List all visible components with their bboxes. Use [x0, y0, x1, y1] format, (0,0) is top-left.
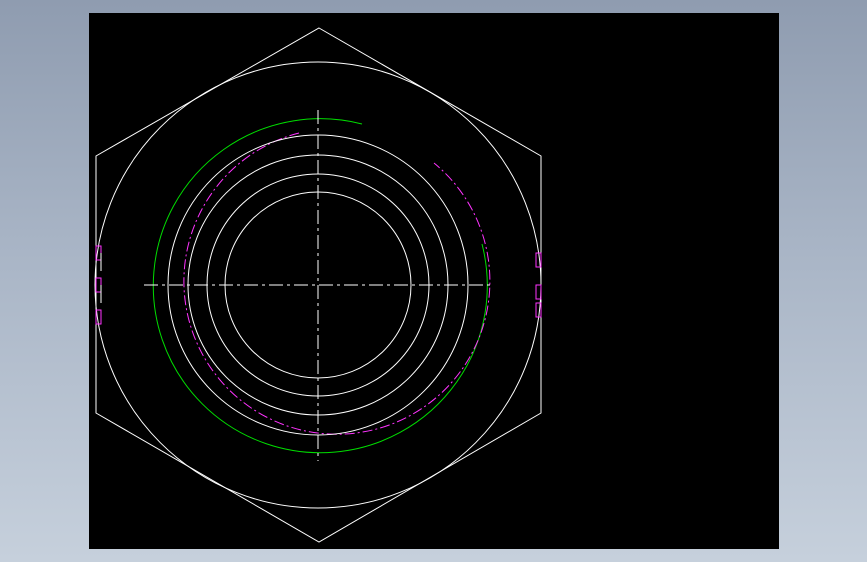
thread-hidden-arc [183, 132, 491, 435]
drawing-viewport[interactable] [89, 13, 779, 549]
cad-drawing [94, 27, 542, 543]
thread-major-arc [152, 118, 488, 454]
